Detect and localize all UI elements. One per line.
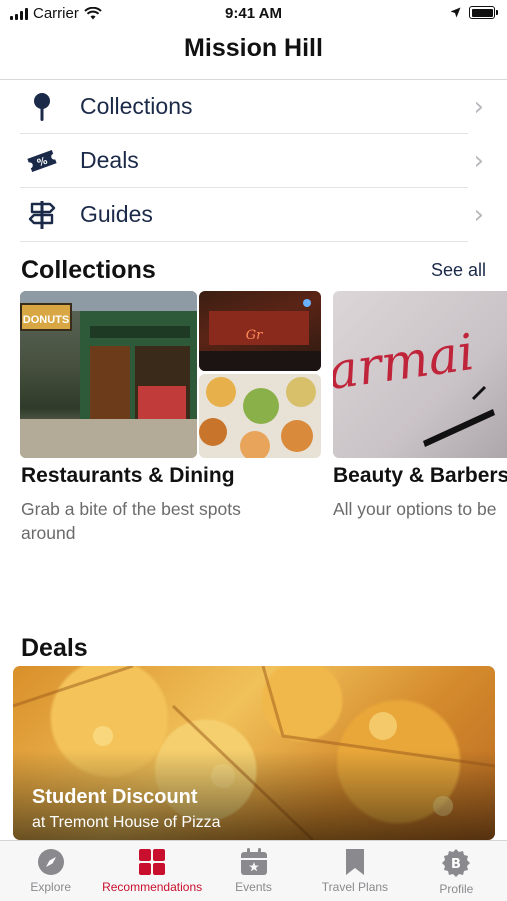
- svg-text:Gr: Gr: [246, 328, 263, 343]
- collections-section-title: Collections: [21, 256, 156, 284]
- tab-profile[interactable]: B Profile: [406, 841, 507, 901]
- donuts-sign-text: DONUTS: [23, 314, 69, 326]
- collection-card-subtitle: All your options to be: [333, 499, 497, 519]
- restaurant-night-photo: Gr: [199, 291, 321, 371]
- svg-text:B: B: [451, 857, 461, 872]
- pin-icon: [34, 92, 50, 121]
- menu-item-label: Guides: [80, 201, 153, 227]
- ticket-icon: %: [27, 149, 57, 172]
- barber-sign-photo: armai: [333, 323, 495, 447]
- collection-card-image[interactable]: DONUTS: [20, 291, 197, 458]
- deals-section-title: Deals: [21, 634, 88, 662]
- deal-subtitle: at Tremont House of Pizza: [32, 814, 221, 831]
- menu-item-deals[interactable]: % Deals ›: [20, 134, 484, 188]
- location-arrow-icon: [450, 7, 461, 18]
- menu-list: Collections › % Deals › Guides ›: [20, 80, 484, 242]
- tab-label: Explore: [30, 880, 72, 894]
- tab-label: Travel Plans: [321, 880, 389, 894]
- food-platter-photo: [199, 374, 321, 458]
- tab-label: Recommendations: [102, 880, 203, 894]
- badge-icon: B: [442, 849, 471, 877]
- tab-bar: Explore Recommendations Events Travel Pl…: [0, 840, 507, 901]
- tab-recommendations[interactable]: Recommendations: [101, 841, 202, 901]
- storefront-photo: DONUTS: [20, 291, 197, 458]
- tab-label: Events: [235, 880, 272, 894]
- deal-title: Student Discount: [32, 786, 198, 808]
- collection-card-image[interactable]: armai: [333, 291, 507, 458]
- tab-explore[interactable]: Explore: [0, 841, 101, 901]
- barber-sign-text: armai: [333, 323, 478, 401]
- tab-events[interactable]: Events: [203, 841, 304, 901]
- signpost-icon: [28, 200, 56, 229]
- menu-item-label: Deals: [80, 147, 139, 173]
- menu-item-collections[interactable]: Collections ›: [20, 80, 484, 134]
- menu-item-label: Collections: [80, 93, 193, 119]
- status-time: 9:41 AM: [225, 5, 282, 22]
- collection-card-subtitle: Grab a bite of the best spots around: [21, 499, 241, 543]
- compass-icon: [37, 849, 64, 875]
- chevron-right-icon: ›: [473, 145, 484, 176]
- grid-icon: [139, 849, 166, 875]
- page-title: Mission Hill: [184, 34, 323, 62]
- chevron-right-icon: ›: [473, 199, 484, 230]
- tab-travel-plans[interactable]: Travel Plans: [304, 841, 405, 901]
- bookmark-icon: [345, 849, 364, 875]
- chevron-right-icon: ›: [473, 91, 484, 122]
- collection-card-title: Beauty & Barbers: [333, 464, 507, 487]
- menu-item-guides[interactable]: Guides ›: [20, 188, 484, 242]
- status-bar: Carrier 9:41 AM: [0, 0, 507, 28]
- see-all-link[interactable]: See all: [431, 260, 486, 281]
- deal-card[interactable]: Student Discount at Tremont House of Piz…: [13, 666, 495, 840]
- collection-card-title: Restaurants & Dining: [21, 464, 235, 487]
- tab-label: Profile: [439, 882, 474, 896]
- calendar-icon: [240, 848, 267, 875]
- battery-icon: [469, 6, 498, 19]
